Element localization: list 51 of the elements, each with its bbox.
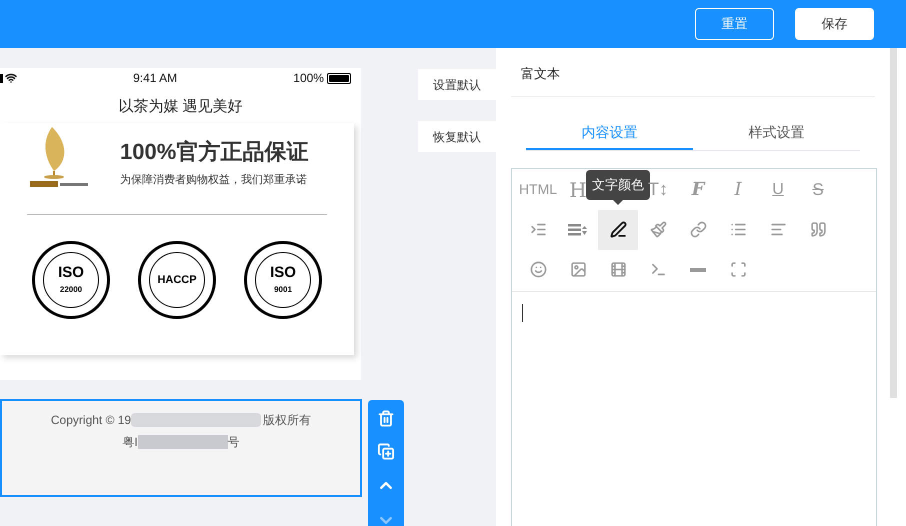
delete-icon[interactable] xyxy=(377,410,395,428)
format-button[interactable]: S xyxy=(798,170,838,210)
format-button[interactable]: U xyxy=(758,170,798,210)
html-button[interactable]: HTML xyxy=(518,170,558,210)
battery-icon xyxy=(326,72,351,84)
quote-icon xyxy=(810,221,826,238)
fullscreen-icon xyxy=(730,261,746,278)
scrollbar[interactable] xyxy=(890,48,897,398)
copyright-text: Copyright © 19 xyxy=(50,412,132,429)
smiley-icon xyxy=(530,261,546,278)
image-icon xyxy=(570,261,586,278)
brush-icon xyxy=(650,221,666,238)
wifi-icon xyxy=(5,72,17,84)
tab[interactable]: 内容设置 xyxy=(526,116,693,150)
film-icon xyxy=(610,261,626,278)
page-title: 以茶为媒 遇见美好 xyxy=(118,97,243,117)
seal-label: ISO xyxy=(58,264,84,280)
panel-title: 富文本 xyxy=(511,48,875,96)
side-button[interactable]: 设置默认 xyxy=(418,69,496,100)
line-height-icon xyxy=(568,222,588,236)
banner-headline: 100%官方正品保证 xyxy=(120,138,308,166)
copy-icon[interactable] xyxy=(377,443,395,460)
text-cursor xyxy=(522,304,523,322)
tab[interactable]: 样式设置 xyxy=(693,116,860,150)
side-button[interactable]: 恢复默认 xyxy=(418,121,496,152)
footer-block[interactable]: Copyright © 19 版权所有 粤I 号 xyxy=(0,399,362,497)
battery-level: 100% xyxy=(293,70,324,87)
copyright-text: 版权所有 xyxy=(263,412,312,429)
save-button[interactable]: 保存 xyxy=(795,8,874,40)
seal-label: HACCP xyxy=(157,274,197,286)
link-icon xyxy=(690,221,706,238)
license-text: 粤I xyxy=(122,434,138,451)
align-left-icon xyxy=(770,221,786,238)
reset-button[interactable]: 重置 xyxy=(695,8,774,40)
terminal-icon xyxy=(650,261,666,278)
pen-button[interactable] xyxy=(598,210,638,250)
indent-icon xyxy=(530,221,546,238)
leaf-logo xyxy=(30,124,90,186)
signal-icon xyxy=(0,74,3,82)
pen-icon xyxy=(610,221,626,238)
format-button[interactable]: I xyxy=(718,170,758,210)
format-button[interactable]: F xyxy=(678,170,718,210)
license-text: 号 xyxy=(228,434,240,451)
status-time: 9:41 AM xyxy=(133,70,178,87)
tooltip: 文字颜色 xyxy=(586,170,650,200)
tooltip-arrow xyxy=(613,200,623,204)
seal-number: 22000 xyxy=(60,284,82,296)
banner-subline: 为保障消费者购物权益，我们郑重承诺 xyxy=(120,172,308,188)
seal-label: ISO xyxy=(270,264,296,280)
seal-number: 9001 xyxy=(274,284,292,296)
list-icon xyxy=(730,221,746,238)
